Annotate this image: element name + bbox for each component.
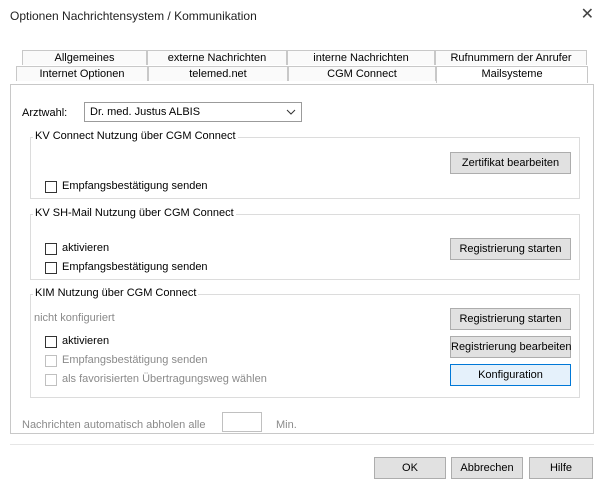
kv-sh-empfang-label: Empfangsbestätigung senden [62,261,208,273]
footer-divider [10,444,594,445]
kv-sh-registrierung-button[interactable]: Registrierung starten [450,238,571,260]
help-button[interactable]: Hilfe [529,457,593,479]
arztwahl-value: Dr. med. Justus ALBIS [90,106,201,118]
zertifikat-bearbeiten-button[interactable]: Zertifikat bearbeiten [450,152,571,174]
tab-interne-nachrichten[interactable]: interne Nachrichten [287,50,435,65]
kim-empfang-checkbox [45,355,57,367]
tab-externe-nachrichten[interactable]: externe Nachrichten [147,50,287,65]
ok-button[interactable]: OK [374,457,446,479]
kv-connect-title: KV Connect Nutzung über CGM Connect [33,130,238,142]
auto-fetch-unit: Min. [276,419,297,431]
chevron-down-icon [286,109,296,115]
kv-sh-aktivieren-checkbox[interactable] [45,243,57,255]
kim-empfang-label: Empfangsbestätigung senden [62,354,208,366]
arztwahl-label: Arztwahl: [22,107,68,119]
kv-sh-title: KV SH-Mail Nutzung über CGM Connect [33,207,236,219]
tab-allgemeines[interactable]: Allgemeines [22,50,147,65]
kim-title: KIM Nutzung über CGM Connect [33,287,199,299]
close-icon[interactable]: ✕ [581,4,594,24]
auto-fetch-minutes-input[interactable] [222,412,262,432]
kim-favorit-checkbox [45,374,57,386]
kv-sh-aktivieren-label: aktivieren [62,242,110,254]
kv-connect-empfang-label: Empfangsbestätigung senden [62,180,208,192]
kim-aktivieren-label: aktivieren [62,335,110,347]
kim-konfiguration-button[interactable]: Konfiguration [450,364,571,386]
kim-aktivieren-checkbox[interactable] [45,336,57,348]
kim-favorit-label: als favorisierten Übertragungsweg wählen [62,373,267,385]
tab-internet-optionen[interactable]: Internet Optionen [16,66,148,81]
tab-rufnummern[interactable]: Rufnummern der Anrufer [435,50,587,65]
arztwahl-select[interactable]: Dr. med. Justus ALBIS [84,102,302,122]
kim-registrierung-bearbeiten-button[interactable]: Registrierung bearbeiten [450,336,571,358]
tab-cgm-connect[interactable]: CGM Connect [288,66,436,81]
kv-sh-empfang-checkbox[interactable] [45,262,57,274]
tab-mailsysteme[interactable]: Mailsysteme [436,66,588,83]
kim-registrierung-starten-button[interactable]: Registrierung starten [450,308,571,330]
window-title: Optionen Nachrichtensystem / Kommunikati… [10,9,257,23]
kim-status-text: nicht konfiguriert [34,312,115,324]
cancel-button[interactable]: Abbrechen [451,457,523,479]
tab-telemed[interactable]: telemed.net [148,66,288,81]
auto-fetch-label: Nachrichten automatisch abholen alle [22,419,206,431]
kv-connect-empfang-checkbox[interactable] [45,181,57,193]
